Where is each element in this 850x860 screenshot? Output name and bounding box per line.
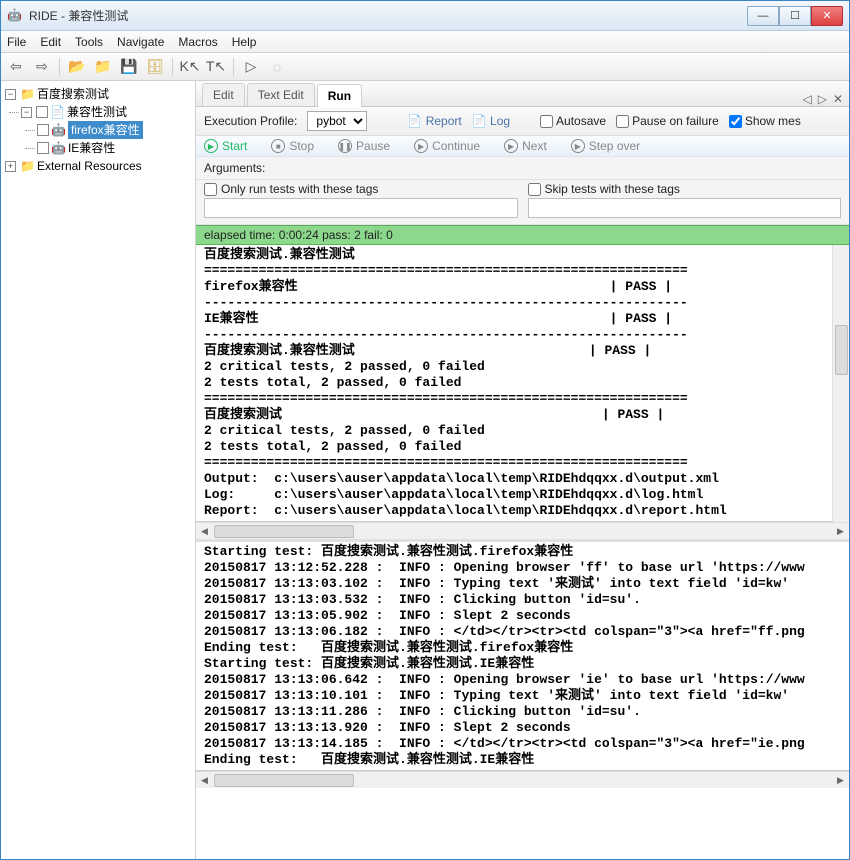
tab-close-icon[interactable]: ✕ [833,92,843,106]
horizontal-scrollbar[interactable]: ◀ ▶ [196,771,849,788]
next-icon: ▶ [504,139,518,153]
test-search-icon[interactable]: T↖ [207,58,225,76]
stop-icon: ■ [271,139,285,153]
robot-icon: 🤖 [51,139,66,157]
run-options-bar: Execution Profile: pybot 📄 Report 📄 Log … [196,107,849,136]
test-checkbox[interactable] [37,124,49,136]
stepover-icon: ▶ [571,139,585,153]
start-button[interactable]: ▶Start [204,139,247,153]
menu-edit[interactable]: Edit [40,35,61,49]
expand-icon[interactable]: + [5,161,16,172]
play-icon: ▶ [204,139,218,153]
only-tags-checkbox[interactable]: Only run tests with these tags [204,182,518,196]
run-icon[interactable]: ▷ [242,58,260,76]
vertical-scrollbar[interactable] [832,245,849,522]
exec-profile-select[interactable]: pybot [307,111,367,131]
open-icon[interactable]: 📂 [68,58,86,76]
test-checkbox[interactable] [37,142,49,154]
minimize-button[interactable]: — [747,6,779,26]
file-icon: 📄 [50,103,65,121]
run-status-bar: elapsed time: 0:00:24 pass: 2 fail: 0 [196,225,849,245]
menu-file[interactable]: File [7,35,26,49]
titlebar: 🤖 RIDE - 兼容性测试 — ☐ ✕ [1,1,849,31]
keyword-search-icon[interactable]: K↖ [181,58,199,76]
saveall-icon[interactable]: 🗄 [146,58,164,76]
skip-tags-checkbox[interactable]: Skip tests with these tags [528,182,842,196]
tab-text-edit[interactable]: Text Edit [247,83,315,106]
scroll-right-icon[interactable]: ▶ [832,772,849,789]
message-log-panel[interactable]: Starting test: 百度搜索测试.兼容性测试.firefox兼容性20… [196,542,849,771]
pause-icon: ❚❚ [338,139,352,153]
stepover-button[interactable]: ▶Step over [571,139,640,153]
robot-icon: 🤖 [51,121,66,139]
horizontal-scrollbar[interactable]: ◀ ▶ [196,522,849,539]
report-button[interactable]: 📄 Report [407,114,461,128]
show-messages-checkbox[interactable]: Show mes [729,114,801,128]
forward-icon[interactable]: ⇨ [33,58,51,76]
continue-icon: ▶ [414,139,428,153]
maximize-button[interactable]: ☐ [779,6,811,26]
save-icon[interactable]: 💾 [120,58,138,76]
tab-run[interactable]: Run [317,84,362,107]
window-title: RIDE - 兼容性测试 [29,7,747,24]
next-button[interactable]: ▶Next [504,139,547,153]
tree-test-ie[interactable]: 🤖 IE兼容性 [37,139,191,157]
log-button[interactable]: 📄 Log [472,114,510,128]
tab-edit[interactable]: Edit [202,83,245,106]
tree-suite[interactable]: − 📄 兼容性测试 [21,103,191,121]
pause-button[interactable]: ❚❚Pause [338,139,390,153]
skip-tags-input[interactable] [528,198,842,218]
menu-navigate[interactable]: Navigate [117,35,164,49]
toolbar: ⇦ ⇨ 📂 📁 💾 🗄 K↖ T↖ ▷ ◌ [1,53,849,81]
collapse-icon[interactable]: − [21,107,32,118]
folder-icon[interactable]: 📁 [94,58,112,76]
pause-on-failure-checkbox[interactable]: Pause on failure [616,114,719,128]
scroll-right-icon[interactable]: ▶ [832,523,849,540]
tree-external-resources[interactable]: + 📁 External Resources [5,157,191,175]
exec-profile-label: Execution Profile: [204,114,297,128]
menubar: File Edit Tools Navigate Macros Help [1,31,849,53]
menu-macros[interactable]: Macros [178,35,217,49]
output-panel[interactable]: 百度搜索测试.兼容性测试============================… [196,245,849,522]
back-icon[interactable]: ⇦ [7,58,25,76]
stop-button[interactable]: ■Stop [271,139,314,153]
continue-button[interactable]: ▶Continue [414,139,480,153]
autosave-checkbox[interactable]: Autosave [540,114,606,128]
tab-prev-icon[interactable]: ◁ [802,92,811,106]
menu-help[interactable]: Help [232,35,257,49]
menu-tools[interactable]: Tools [75,35,103,49]
scroll-left-icon[interactable]: ◀ [196,523,213,540]
close-button[interactable]: ✕ [811,6,843,26]
message-log-text: Starting test: 百度搜索测试.兼容性测试.firefox兼容性20… [204,544,841,768]
log-icon: 📄 [472,114,487,128]
folder-icon: 📁 [20,157,35,175]
folder-icon: 📁 [20,85,35,103]
arguments-label: Arguments: [196,157,849,180]
suite-checkbox[interactable] [36,106,48,118]
only-tags-input[interactable] [204,198,518,218]
tree-root-suite[interactable]: − 📁 百度搜索测试 [5,85,191,103]
scroll-left-icon[interactable]: ◀ [196,772,213,789]
app-icon: 🤖 [7,8,23,24]
tab-next-icon[interactable]: ▷ [818,92,827,106]
test-tree[interactable]: − 📁 百度搜索测试 − 📄 兼容性测试 [1,81,196,859]
tree-test-firefox[interactable]: 🤖 firefox兼容性 [37,121,191,139]
debug-icon[interactable]: ◌ [268,58,286,76]
editor-tabs: Edit Text Edit Run ◁ ▷ ✕ [196,81,849,107]
report-icon: 📄 [407,114,422,128]
output-text: 百度搜索测试.兼容性测试============================… [204,247,841,519]
app-window: 🤖 RIDE - 兼容性测试 — ☐ ✕ File Edit Tools Nav… [0,0,850,860]
run-control-bar: ▶Start ■Stop ❚❚Pause ▶Continue ▶Next ▶St… [196,136,849,157]
collapse-icon[interactable]: − [5,89,16,100]
